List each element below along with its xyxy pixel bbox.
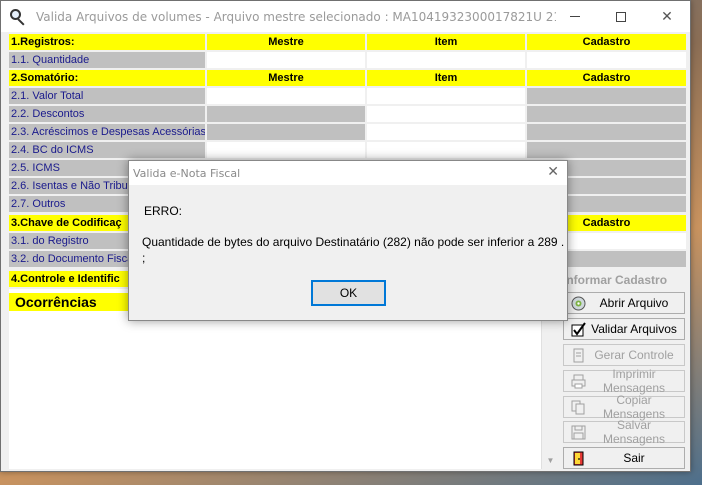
maximize-icon: [616, 11, 626, 22]
table-row: 2.1. Valor Total: [9, 88, 686, 104]
somatorio-header-row: 2.Somatório: Mestre Item Cadastro: [9, 70, 686, 86]
col-mestre: Mestre: [207, 70, 365, 86]
window-title: Valida Arquivos de volumes - Arquivo mes…: [36, 9, 556, 24]
dialog-message: Quantidade de bytes do arquivo Destinatá…: [142, 235, 565, 265]
value-cell: [367, 142, 525, 158]
table-row: 2.2. Descontos: [9, 106, 686, 122]
dialog-error-label: ERRO:: [144, 204, 183, 218]
minimize-button[interactable]: [552, 1, 598, 32]
value-cell: [367, 52, 525, 68]
exit-door-icon: [570, 450, 586, 466]
panel-title: Informar Cadastro: [563, 273, 668, 287]
value-cell: [207, 142, 365, 158]
value-cell: [527, 52, 686, 68]
cd-icon: [570, 295, 586, 311]
copy-icon: [570, 399, 586, 415]
gerar-controle-button[interactable]: Gerar Controle: [563, 344, 685, 366]
save-icon: [570, 424, 586, 440]
row-label: 2.1. Valor Total: [9, 88, 205, 104]
magnifier-icon: [9, 8, 27, 26]
table-row: 2.4. BC do ICMS: [9, 142, 686, 158]
row-label: 2.3. Acréscimos e Despesas Acessórias: [9, 124, 205, 140]
copiar-mensagens-button[interactable]: Copiar Mensagens: [563, 393, 685, 421]
printer-icon: [570, 373, 586, 389]
minimize-icon: [570, 16, 580, 17]
button-label: Imprimir Mensagens: [602, 367, 666, 395]
button-label: Salvar Mensagens: [602, 418, 666, 446]
value-cell: [527, 88, 686, 104]
col-item: Item: [367, 70, 525, 86]
error-dialog: Valida e-Nota Fiscal ✕ ERRO: Quantidade …: [128, 160, 568, 321]
registros-header: 1.Registros:: [9, 34, 205, 50]
value-cell: [527, 124, 686, 140]
button-label: Sair: [623, 451, 645, 465]
somatorio-header: 2.Somatório:: [9, 70, 205, 86]
row-label: 2.4. BC do ICMS: [9, 142, 205, 158]
value-cell: [367, 106, 525, 122]
col-cadastro: Cadastro: [527, 70, 686, 86]
close-button[interactable]: ✕: [644, 1, 690, 32]
button-label: Validar Arquivos: [591, 322, 677, 336]
registros-header-row: 1.Registros: Mestre Item Cadastro: [9, 34, 686, 50]
button-label: Abrir Arquivo: [599, 296, 669, 310]
value-cell: [527, 106, 686, 122]
ok-button[interactable]: OK: [311, 280, 386, 306]
dialog-title: Valida e-Nota Fiscal: [129, 161, 567, 185]
close-icon: ✕: [661, 8, 673, 25]
imprimir-mensagens-button[interactable]: Imprimir Mensagens: [563, 367, 685, 395]
document-icon: [570, 347, 586, 363]
validar-arquivos-button[interactable]: Validar Arquivos: [563, 318, 685, 340]
value-cell: [527, 142, 686, 158]
table-row: 2.3. Acréscimos e Despesas Acessórias: [9, 124, 686, 140]
col-item: Item: [367, 34, 525, 50]
value-cell: [207, 124, 365, 140]
col-mestre: Mestre: [207, 34, 365, 50]
row-label: 2.2. Descontos: [9, 106, 205, 122]
value-cell: [207, 52, 365, 68]
dialog-close-icon[interactable]: ✕: [547, 164, 559, 180]
row-label: 1.1. Quantidade: [9, 52, 205, 68]
abrir-arquivo-button[interactable]: Abrir Arquivo: [563, 292, 685, 314]
col-cadastro: Cadastro: [527, 34, 686, 50]
button-label: Copiar Mensagens: [602, 393, 666, 421]
title-bar: Valida Arquivos de volumes - Arquivo mes…: [1, 1, 690, 32]
table-row: 1.1. Quantidade: [9, 52, 686, 68]
sair-button[interactable]: Sair: [563, 447, 685, 469]
value-cell: [207, 88, 365, 104]
value-cell: [367, 124, 525, 140]
checkbox-icon: [570, 321, 586, 337]
salvar-mensagens-button[interactable]: Salvar Mensagens: [563, 418, 685, 446]
maximize-button[interactable]: [598, 1, 644, 32]
value-cell: [367, 88, 525, 104]
button-label: Gerar Controle: [594, 348, 674, 362]
value-cell: [207, 106, 365, 122]
scroll-down-icon[interactable]: ▼: [542, 452, 559, 469]
